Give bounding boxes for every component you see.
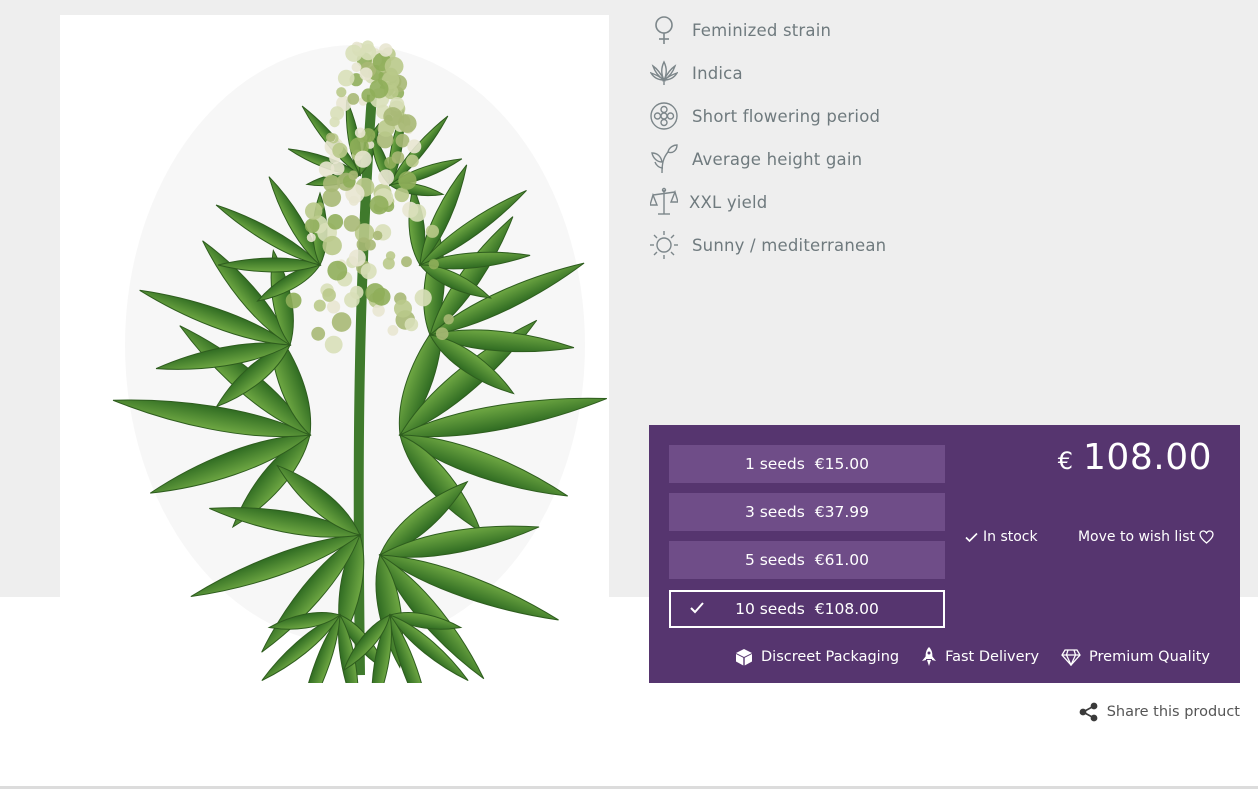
feature-feminized: Feminized strain bbox=[648, 12, 831, 48]
female-symbol-icon bbox=[648, 14, 680, 46]
share-button[interactable]: Share this product bbox=[1079, 702, 1240, 722]
option-3-seeds[interactable]: 3 seeds €37.99 bbox=[669, 493, 945, 531]
badge-label: Fast Delivery bbox=[945, 649, 1039, 665]
feature-type: Indica bbox=[648, 55, 743, 91]
badge-label: Premium Quality bbox=[1089, 649, 1210, 665]
heart-icon bbox=[1199, 530, 1214, 544]
sprout-icon bbox=[648, 143, 680, 175]
option-seeds: 5 seeds bbox=[745, 551, 805, 569]
feature-label: XXL yield bbox=[689, 193, 767, 212]
feature-height: Average height gain bbox=[648, 141, 862, 177]
badge-row: Discreet Packaging Fast Delivery Premium… bbox=[713, 647, 1210, 667]
feature-label: Average height gain bbox=[692, 150, 862, 169]
share-label: Share this product bbox=[1107, 704, 1240, 720]
badge-packaging: Discreet Packaging bbox=[735, 648, 899, 666]
option-seeds: 3 seeds bbox=[745, 503, 805, 521]
badge-delivery: Fast Delivery bbox=[921, 647, 1039, 667]
option-5-seeds[interactable]: 5 seeds €61.00 bbox=[669, 541, 945, 579]
option-price: €37.99 bbox=[815, 503, 869, 521]
feature-label: Short flowering period bbox=[692, 107, 880, 126]
flower-timer-icon bbox=[648, 100, 680, 132]
option-price: €15.00 bbox=[815, 455, 869, 473]
option-price: €108.00 bbox=[815, 600, 879, 618]
box-icon bbox=[735, 648, 753, 666]
feature-climate: Sunny / mediterranean bbox=[648, 227, 886, 263]
option-price: €61.00 bbox=[815, 551, 869, 569]
feature-flowering: Short flowering period bbox=[648, 98, 880, 134]
option-10-seeds[interactable]: 10 seeds €108.00 bbox=[669, 590, 945, 628]
rocket-icon bbox=[921, 647, 937, 667]
price-amount: 108.00 bbox=[1083, 437, 1212, 478]
option-seeds: 1 seeds bbox=[745, 455, 805, 473]
checkmark-icon bbox=[965, 532, 978, 543]
feature-label: Indica bbox=[692, 64, 743, 83]
price-currency: € bbox=[1058, 447, 1073, 475]
stock-status: In stock bbox=[965, 529, 1038, 545]
product-image bbox=[60, 15, 609, 683]
option-seeds: 10 seeds bbox=[735, 600, 805, 618]
sun-icon bbox=[648, 229, 680, 261]
feature-label: Sunny / mediterranean bbox=[692, 236, 886, 255]
badge-label: Discreet Packaging bbox=[761, 649, 899, 665]
price: € 108.00 bbox=[1058, 437, 1212, 478]
option-1-seeds[interactable]: 1 seeds €15.00 bbox=[669, 445, 945, 483]
wishlist-label: Move to wish list bbox=[1078, 529, 1195, 545]
stock-label: In stock bbox=[983, 529, 1038, 545]
cannabis-leaf-icon bbox=[648, 57, 680, 89]
checkmark-icon bbox=[689, 601, 705, 619]
wishlist-button[interactable]: Move to wish list bbox=[1078, 529, 1214, 545]
feature-label: Feminized strain bbox=[692, 21, 831, 40]
feature-yield: XXL yield bbox=[648, 184, 767, 220]
scale-icon bbox=[648, 186, 680, 218]
badge-quality: Premium Quality bbox=[1061, 649, 1210, 666]
purchase-panel: 1 seeds €15.00 3 seeds €37.99 5 seeds €61.0… bbox=[649, 425, 1240, 683]
diamond-icon bbox=[1061, 649, 1081, 666]
share-icon bbox=[1079, 702, 1099, 722]
